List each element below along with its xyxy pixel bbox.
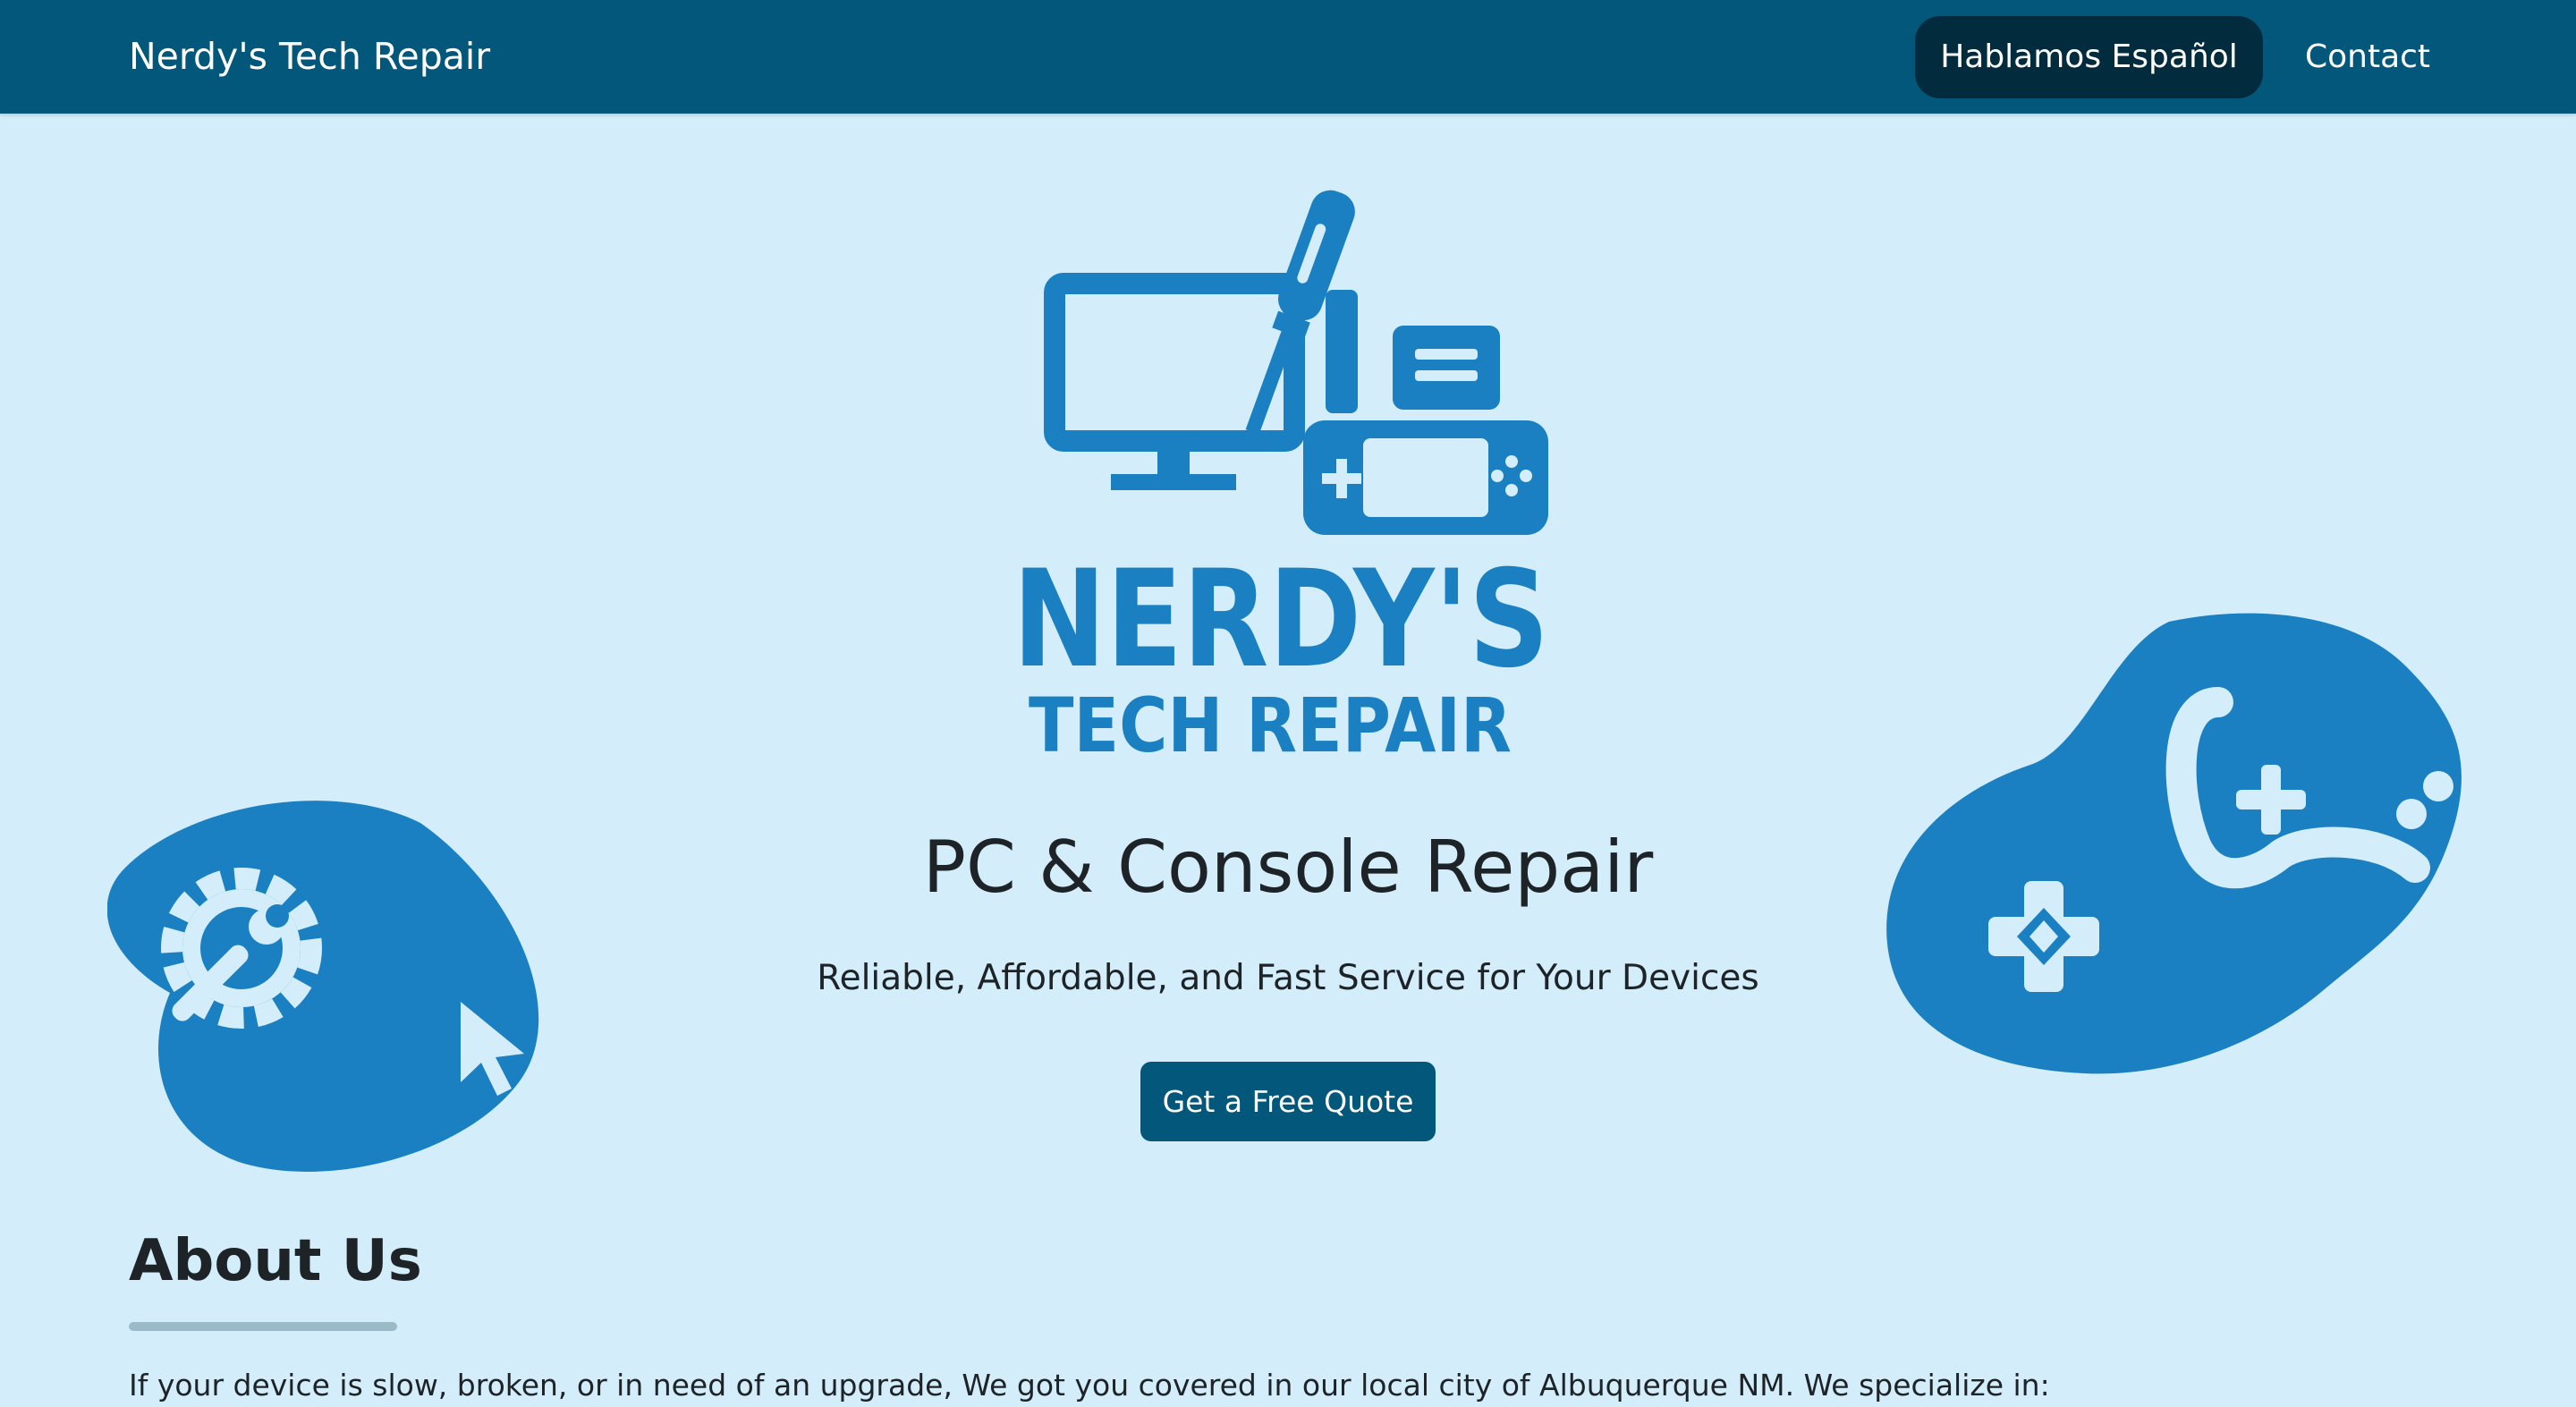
about-heading: About Us: [129, 1228, 422, 1294]
nerdys-logo: NERDY'S TECH REPAIR: [1013, 190, 1549, 769]
top-navbar: Nerdy's Tech Repair Hablamos Español Con…: [0, 0, 2576, 114]
spanish-language-link[interactable]: Hablamos Español: [1915, 16, 2263, 98]
get-free-quote-button[interactable]: Get a Free Quote: [1140, 1062, 1436, 1141]
brand-link[interactable]: Nerdy's Tech Repair: [129, 30, 490, 82]
about-heading-underline: [129, 1322, 397, 1331]
hero-subtitle: Reliable, Affordable, and Fast Service f…: [817, 958, 1759, 998]
contact-link[interactable]: Contact: [2283, 16, 2453, 98]
hero-title: PC & Console Repair: [922, 826, 1654, 909]
logo-wordmark-line2: TECH REPAIR: [1029, 682, 1512, 769]
logo-wordmark-line1: NERDY'S: [1013, 542, 1549, 698]
gamepad-blob-illustration: [1886, 613, 2462, 1074]
repair-blob-illustration: [107, 801, 539, 1172]
about-paragraph: If your device is slow, broken, or in ne…: [129, 1368, 2050, 1403]
tablet-icon: [1393, 326, 1500, 410]
